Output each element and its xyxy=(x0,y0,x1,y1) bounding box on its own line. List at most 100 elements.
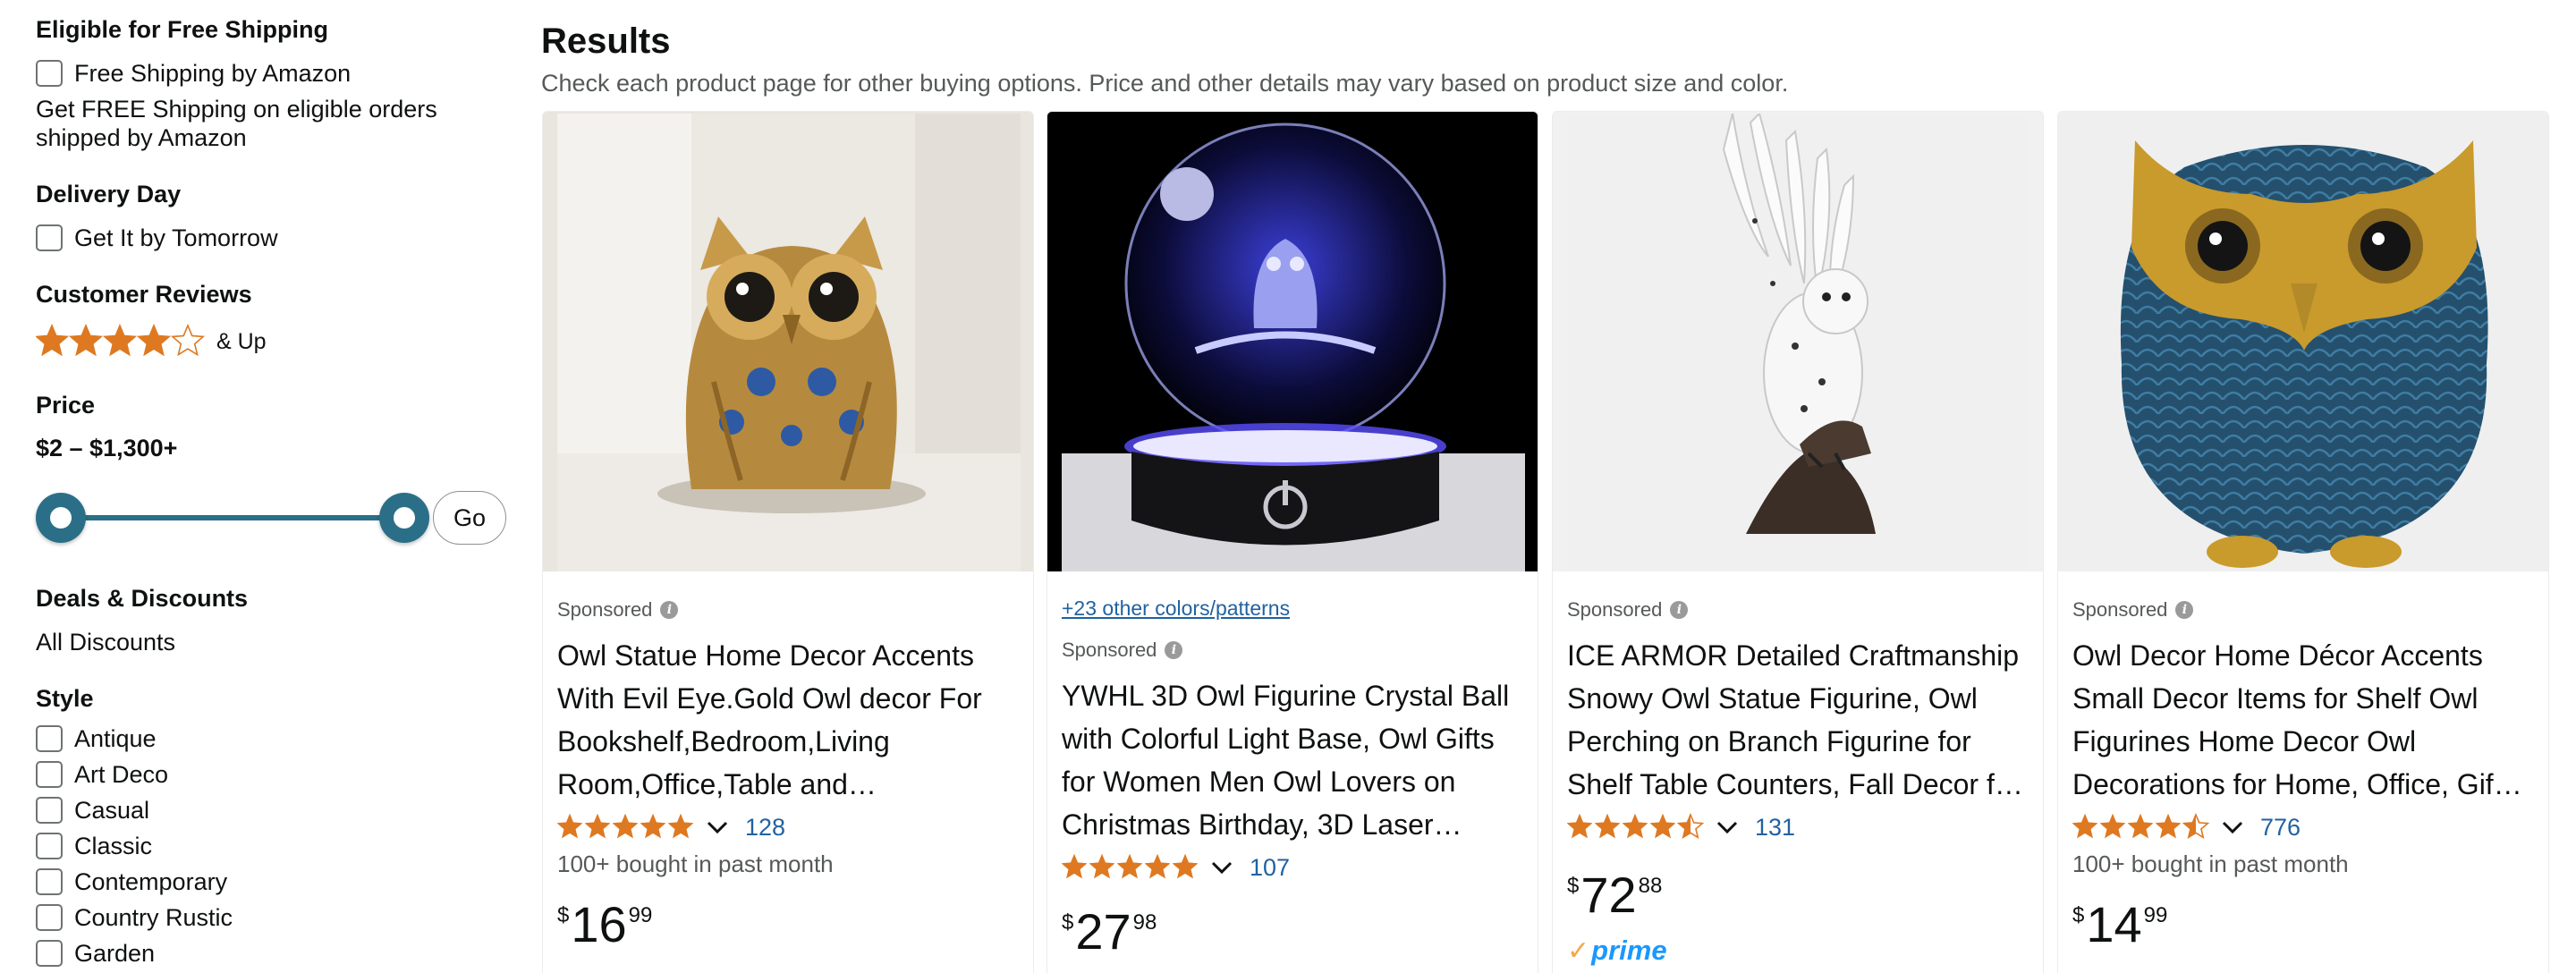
chevron-down-icon[interactable] xyxy=(1210,859,1233,876)
star-filled xyxy=(613,813,638,839)
chevron-down-icon[interactable] xyxy=(706,818,729,836)
free-shipping-label: Free Shipping by Amazon xyxy=(74,59,352,87)
product-card: Sponsored i Owl Statue Home Decor Accent… xyxy=(542,111,1034,973)
style-option-label: Garden xyxy=(74,939,156,967)
style-checkbox[interactable] xyxy=(36,725,63,752)
info-icon[interactable]: i xyxy=(1670,601,1689,619)
star-filled xyxy=(1623,813,1648,839)
price-fraction: 88 xyxy=(1638,874,1663,898)
style-checkbox[interactable] xyxy=(36,833,63,859)
shipping-heading: Eligible for Free Shipping xyxy=(36,16,329,43)
product-price: $ 72 88 xyxy=(1567,868,2034,922)
star-filled xyxy=(2072,813,2097,839)
review-count-link[interactable]: 131 xyxy=(1755,814,1795,842)
style-checkbox[interactable] xyxy=(36,940,63,967)
review-count-link[interactable]: 107 xyxy=(1250,854,1290,882)
style-heading: Style xyxy=(36,685,94,712)
star-rating-icon xyxy=(36,324,206,357)
star-rating-icon[interactable] xyxy=(2072,813,2216,842)
style-checkbox[interactable] xyxy=(36,761,63,788)
product-title-link[interactable]: Owl Statue Home Decor Accents With Evil … xyxy=(557,634,1024,806)
sponsored-label: Sponsored i xyxy=(1062,635,1529,665)
price-symbol: $ xyxy=(1567,874,1580,898)
sponsored-text: Sponsored xyxy=(2072,598,2168,621)
style-option-garden[interactable]: Garden xyxy=(36,937,155,969)
star-rating-icon[interactable] xyxy=(1062,853,1205,882)
price-whole: 16 xyxy=(571,896,627,952)
blue-gold-owl-image xyxy=(2072,114,2536,571)
sponsored-label: Sponsored i xyxy=(1567,595,2034,625)
style-checkbox[interactable] xyxy=(36,904,63,931)
product-image-snowy-owl[interactable] xyxy=(1553,112,2043,571)
product-image-blue-owl[interactable] xyxy=(2058,112,2548,571)
style-option-classic[interactable]: Classic xyxy=(36,830,152,862)
sponsored-label: Sponsored i xyxy=(2072,595,2539,625)
product-title-link[interactable]: Owl Decor Home Décor Accents Small Decor… xyxy=(2072,634,2539,806)
get-it-tomorrow-checkbox[interactable] xyxy=(36,224,63,251)
star-filled xyxy=(1650,813,1675,839)
sponsored-text: Sponsored xyxy=(1567,598,1663,621)
info-icon[interactable]: i xyxy=(2175,601,2194,619)
product-price: $ 27 98 xyxy=(1062,905,1529,959)
four-stars-and-up-filter[interactable]: & Up xyxy=(36,324,267,360)
chevron-down-icon[interactable] xyxy=(2221,818,2244,836)
min-price-handle[interactable] xyxy=(36,493,86,543)
price-whole: 14 xyxy=(2086,896,2142,952)
price-range-slider[interactable] xyxy=(36,490,429,546)
star-filled xyxy=(1089,853,1114,879)
price-range-label: $2 – $1,300+ xyxy=(36,435,178,461)
product-title-link[interactable]: YWHL 3D Owl Figurine Crystal Ball with C… xyxy=(1062,674,1529,846)
product-image-golden-owl[interactable] xyxy=(543,112,1033,571)
star-rating-icon[interactable] xyxy=(557,813,700,842)
style-option-casual[interactable]: Casual xyxy=(36,794,149,826)
star-filled xyxy=(1145,853,1170,879)
prime-check-icon: ✓ xyxy=(1567,935,1590,966)
prime-label: prime xyxy=(1591,935,1667,966)
all-discounts-link[interactable]: All Discounts xyxy=(36,628,175,656)
max-price-handle[interactable] xyxy=(379,493,429,543)
product-price: $ 16 99 xyxy=(557,898,1024,952)
customer-reviews-heading: Customer Reviews xyxy=(36,281,252,308)
style-option-label: Art Deco xyxy=(74,760,169,788)
results-subtitle: Check each product page for other buying… xyxy=(541,70,1789,97)
style-option-country-rustic[interactable]: Country Rustic xyxy=(36,901,233,934)
price-symbol: $ xyxy=(1062,910,1074,935)
chevron-down-icon[interactable] xyxy=(1716,818,1739,836)
star-rating-icon[interactable] xyxy=(1567,813,1710,842)
delivery-day-heading: Delivery Day xyxy=(36,181,182,207)
star-filled xyxy=(640,813,665,839)
style-option-antique[interactable]: Antique xyxy=(36,723,157,755)
prime-badge: ✓ prime xyxy=(1567,935,2034,967)
free-shipping-checkbox[interactable] xyxy=(36,60,63,87)
info-icon[interactable]: i xyxy=(660,601,679,619)
star-filled xyxy=(668,813,693,839)
product-title-link[interactable]: ICE ARMOR Detailed Craftmanship Snowy Ow… xyxy=(1567,634,2034,806)
style-option-label: Classic xyxy=(74,832,153,859)
style-checkbox[interactable] xyxy=(36,797,63,824)
get-it-tomorrow-filter[interactable]: Get It by Tomorrow xyxy=(36,222,278,254)
star-empty xyxy=(170,324,206,357)
sponsored-text: Sponsored xyxy=(557,598,653,621)
star-filled xyxy=(585,813,610,839)
price-go-button[interactable]: Go xyxy=(433,491,506,545)
style-option-label: Contemporary xyxy=(74,867,228,895)
style-option-art-deco[interactable]: Art Deco xyxy=(36,758,168,791)
free-shipping-filter[interactable]: Free Shipping by Amazon xyxy=(36,57,351,89)
product-rating: 131 xyxy=(1567,809,2034,845)
star-filled xyxy=(70,324,102,356)
review-count-link[interactable]: 776 xyxy=(2260,814,2301,842)
review-count-link[interactable]: 128 xyxy=(745,814,785,842)
product-image-crystal-ball[interactable] xyxy=(1047,112,1538,571)
star-filled xyxy=(2128,813,2153,839)
info-icon[interactable]: i xyxy=(1165,641,1183,659)
product-rating: 107 xyxy=(1062,850,1529,885)
product-rating: 128 xyxy=(557,809,1024,845)
product-card: Sponsored i Owl Decor Home Décor Accents… xyxy=(2057,111,2549,973)
get-it-tomorrow-label: Get It by Tomorrow xyxy=(74,224,278,251)
other-colors-link[interactable]: +23 other colors/patterns xyxy=(1062,596,1529,621)
style-option-contemporary[interactable]: Contemporary xyxy=(36,866,227,898)
style-checkbox[interactable] xyxy=(36,868,63,895)
star-filled xyxy=(1173,853,1198,879)
star-filled xyxy=(1062,853,1087,879)
search-results-page: Eligible for Free Shipping Free Shipping… xyxy=(0,0,2576,973)
